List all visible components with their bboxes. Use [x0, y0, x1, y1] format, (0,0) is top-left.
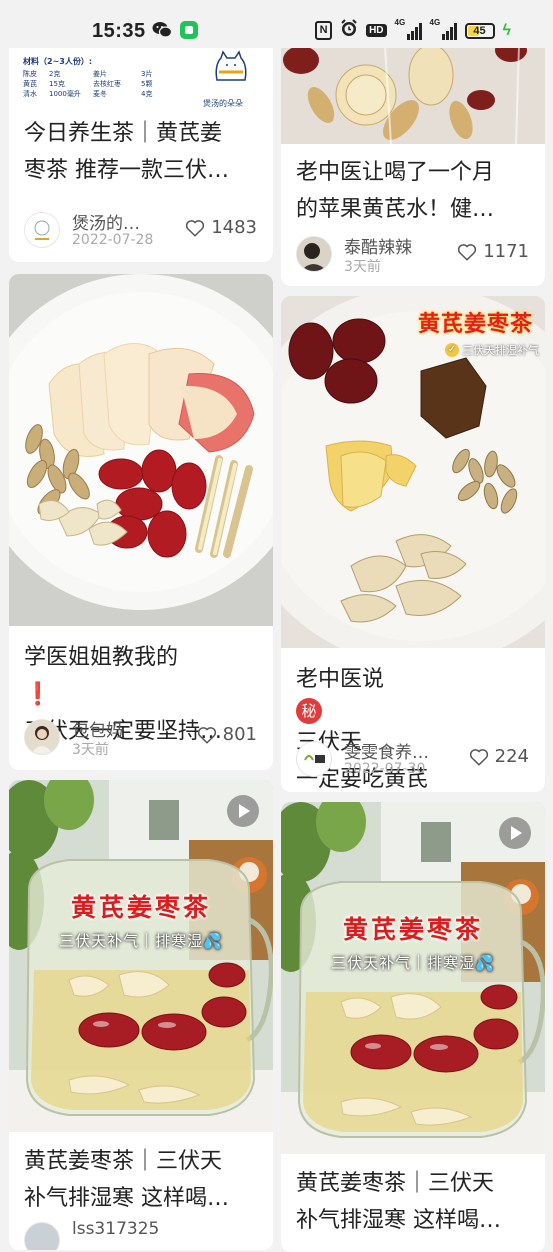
check-icon: ✓: [445, 343, 459, 357]
note-meta: 雯雯食养… 2022-07-30 224: [296, 741, 535, 783]
avatar[interactable]: [296, 741, 332, 777]
author-name[interactable]: 雯雯食养…: [344, 738, 429, 763]
recipe-header: 材料（2~3人份）:: [23, 57, 93, 66]
note-card[interactable]: 黄芪姜枣茶 三伏天补气｜排寒湿💦 黄芪姜枣茶｜三伏天 补气排湿寒 这样喝… ls…: [9, 780, 273, 1250]
cat-logo-image: [209, 50, 253, 88]
note-video-cover[interactable]: 黄芪姜枣茶 三伏天补气｜排寒湿💦: [281, 802, 545, 1154]
like-button[interactable]: 1171: [457, 241, 529, 262]
heart-icon: [458, 243, 477, 261]
cover-overlay-title: 黄芪姜枣茶: [342, 915, 483, 944]
note-meta: 包包妈 3天前 801: [24, 719, 263, 761]
post-date: 2022-07-28: [72, 232, 154, 248]
like-count: 224: [494, 746, 529, 767]
note-cover-image[interactable]: 黄芪姜枣茶 ✓ 三伏天排湿补气: [281, 296, 545, 648]
like-button[interactable]: 801: [197, 724, 257, 745]
note-card[interactable]: 黄芪姜枣茶 三伏天补气｜排寒湿💦 黄芪姜枣茶｜三伏天 补气排湿寒 这样喝…: [281, 802, 545, 1252]
avatar[interactable]: [24, 212, 60, 248]
avatar[interactable]: [24, 719, 60, 755]
note-cover-image[interactable]: [9, 274, 273, 626]
note-card[interactable]: 学医姐姐教我的 ❗ 三伏天一定要坚持… 包包妈 3天前 801: [9, 274, 273, 770]
video-play-icon[interactable]: [227, 795, 259, 827]
like-button[interactable]: 1483: [185, 217, 257, 238]
post-date: 2022-07-30: [344, 761, 426, 777]
cover-overlay-title: 黄芪姜枣茶: [417, 312, 533, 337]
status-time: 15:35: [92, 20, 146, 42]
note-title[interactable]: 黄芪姜枣茶｜三伏天 补气排湿寒 这样喝…: [296, 1165, 533, 1239]
note-meta: lss317325: [24, 1219, 263, 1250]
wechat-icon: [152, 21, 172, 39]
secret-icon: 秘: [296, 698, 322, 724]
recipe-table: 陈皮 2克 姜片 3片 黄芪 15克 去核红枣 5颗 清水 1000毫升 麦冬 4克: [23, 70, 153, 98]
note-meta: 煲汤的… 2022-07-28 1483: [24, 212, 263, 254]
like-count: 1171: [483, 241, 529, 262]
heart-icon: [197, 726, 216, 744]
signal-icon-2: 4G: [430, 18, 457, 40]
app-notification-icon: [180, 21, 198, 39]
avatar[interactable]: [296, 236, 332, 272]
note-title[interactable]: 黄芪姜枣茶｜三伏天 补气排湿寒 这样喝…: [24, 1143, 261, 1217]
author-name[interactable]: 煲汤的…: [72, 209, 140, 234]
note-video-cover[interactable]: 黄芪姜枣茶 三伏天补气｜排寒湿💦: [9, 780, 273, 1132]
video-play-icon[interactable]: [499, 817, 531, 849]
note-title[interactable]: 老中医让喝了一个月 的苹果黄芪水！健…: [296, 154, 533, 228]
author-name[interactable]: lss317325: [72, 1219, 159, 1239]
like-button[interactable]: 224: [469, 746, 529, 767]
alarm-icon: [340, 19, 358, 42]
note-card[interactable]: 黄芪姜枣茶 ✓ 三伏天排湿补气 老中医说秘三伏天 一定要吃黄芪‼️ … 雯雯食养…: [281, 296, 545, 792]
heart-icon: [469, 748, 488, 766]
cover-overlay-subtitle: 三伏天补气｜排寒湿💦: [331, 954, 495, 972]
like-count: 1483: [211, 217, 257, 238]
status-bar: 15:35 N HD 4G 4G 45 ϟ: [0, 0, 553, 48]
brand-watermark: 煲汤的朵朵: [203, 99, 243, 108]
note-title[interactable]: 今日养生茶｜黄芪姜 枣茶 推荐一款三伏…: [24, 115, 261, 189]
post-date: 3天前: [72, 742, 109, 758]
avatar[interactable]: [24, 1222, 60, 1250]
signal-icon: 4G: [395, 18, 422, 40]
battery-icon: 45: [464, 22, 495, 39]
like-count: 801: [222, 724, 257, 745]
heart-icon: [186, 219, 205, 237]
cover-overlay-subtitle: ✓ 三伏天排湿补气: [445, 342, 539, 358]
note-meta: 泰酷辣辣 3天前 1171: [296, 236, 535, 278]
author-name[interactable]: 包包妈: [72, 716, 123, 741]
author-name[interactable]: 泰酷辣辣: [344, 233, 412, 258]
charging-icon: ϟ: [502, 21, 511, 39]
cover-overlay-title: 黄芪姜枣茶: [70, 893, 211, 922]
hd-icon: HD: [366, 24, 387, 37]
nfc-icon: N: [315, 21, 333, 40]
post-date: 3天前: [344, 259, 381, 275]
cover-overlay-subtitle: 三伏天补气｜排寒湿💦: [59, 932, 223, 950]
